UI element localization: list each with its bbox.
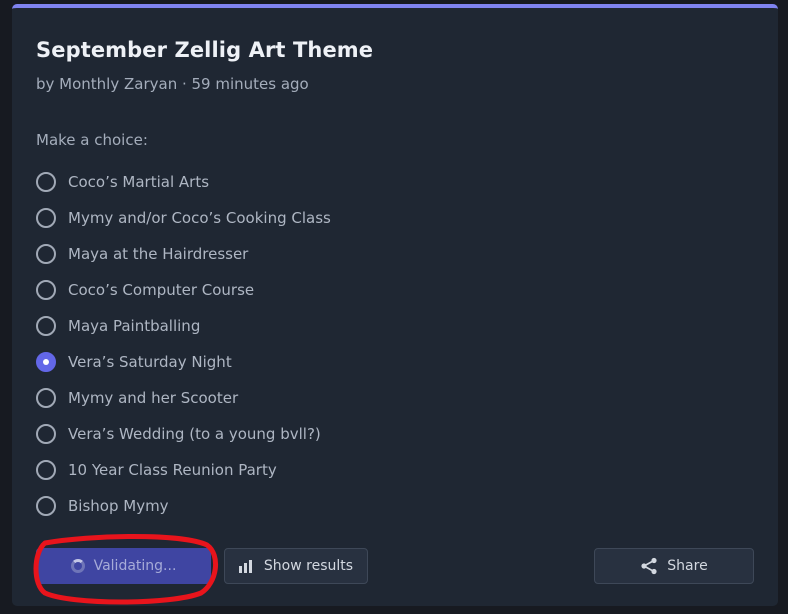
option-item[interactable]: Mymy and/or Coco’s Cooking Class [36, 200, 331, 236]
radio-button[interactable] [36, 172, 56, 192]
spinner-icon [70, 559, 85, 573]
option-item[interactable]: Maya at the Hairdresser [36, 236, 331, 272]
option-item[interactable]: Vera’s Wedding (to a young bvll?) [36, 416, 331, 452]
option-label: Mymy and/or Coco’s Cooking Class [68, 209, 331, 227]
option-label: Mymy and her Scooter [68, 389, 239, 407]
validate-label: Validating... [93, 558, 177, 574]
poll-card: September Zellig Art Theme by Monthly Za… [12, 4, 778, 606]
radio-button[interactable] [36, 208, 56, 228]
option-item[interactable]: Maya Paintballing [36, 308, 331, 344]
option-item[interactable]: Coco’s Martial Arts [36, 164, 331, 200]
option-label: Vera’s Saturday Night [68, 353, 232, 371]
poll-title: September Zellig Art Theme [36, 38, 374, 62]
option-label: Vera’s Wedding (to a young bvll?) [68, 425, 321, 443]
share-button[interactable]: Share [594, 548, 754, 584]
radio-button[interactable] [36, 424, 56, 444]
radio-button[interactable] [36, 388, 56, 408]
option-item[interactable]: Coco’s Computer Course [36, 272, 331, 308]
option-label: Coco’s Computer Course [68, 281, 255, 299]
poll-prompt: Make a choice: [36, 131, 148, 149]
option-label: 10 Year Class Reunion Party [68, 461, 277, 479]
poll-meta: by Monthly Zaryan · 59 minutes ago [36, 75, 309, 93]
option-label: Maya at the Hairdresser [68, 245, 249, 263]
bar-chart-icon [238, 559, 255, 573]
option-item[interactable]: Mymy and her Scooter [36, 380, 331, 416]
radio-button[interactable] [36, 460, 56, 480]
option-item-selected[interactable]: Vera’s Saturday Night [36, 344, 331, 380]
show-results-button[interactable]: Show results [224, 548, 368, 584]
radio-button[interactable] [36, 316, 56, 336]
share-label: Share [667, 558, 708, 574]
option-item[interactable]: Bishop Mymy [36, 488, 331, 524]
share-icon [640, 557, 658, 575]
option-item[interactable]: 10 Year Class Reunion Party [36, 452, 331, 488]
option-label: Coco’s Martial Arts [68, 173, 210, 191]
show-results-label: Show results [263, 558, 354, 574]
option-label: Bishop Mymy [68, 497, 169, 515]
options-list: Coco’s Martial Arts Mymy and/or Coco’s C… [36, 164, 331, 524]
radio-button[interactable] [36, 496, 56, 516]
validate-button[interactable]: Validating... [36, 548, 211, 584]
radio-button[interactable] [36, 280, 56, 300]
radio-button-checked[interactable] [36, 352, 56, 372]
option-label: Maya Paintballing [68, 317, 201, 335]
radio-button[interactable] [36, 244, 56, 264]
